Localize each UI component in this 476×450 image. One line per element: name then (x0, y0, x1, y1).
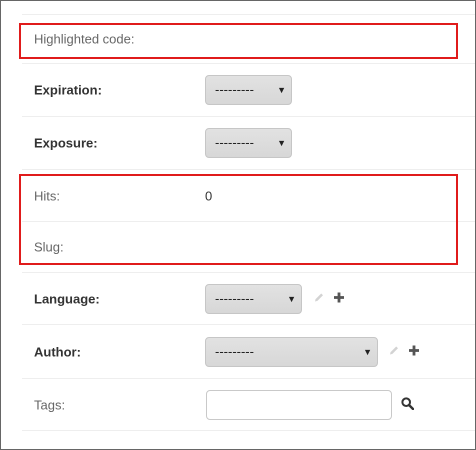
hits-row: Hits: 0 (22, 170, 475, 222)
dropdown-arrow-icon: ▼ (287, 293, 296, 304)
language-label: Language: (34, 291, 100, 306)
plus-icon[interactable] (408, 344, 420, 359)
plus-icon[interactable] (333, 291, 345, 306)
language-select[interactable]: --------- ▼ (205, 283, 302, 314)
language-row: Language: --------- ▼ (22, 273, 475, 325)
author-selected-value: --------- (215, 343, 254, 359)
highlighted-code-label: Highlighted code: (34, 31, 135, 47)
hits-value: 0 (205, 188, 213, 203)
slug-label: Slug: (34, 239, 64, 255)
exposure-select[interactable]: --------- ▼ (205, 128, 292, 158)
highlighted-code-row: Highlighted code: (22, 15, 475, 64)
magnifier-icon[interactable] (401, 396, 415, 413)
admin-form-panel: Highlighted code: Expiration: --------- … (0, 0, 476, 450)
pencil-icon[interactable] (313, 291, 325, 306)
author-row: Author: --------- ▼ (22, 325, 475, 379)
tags-input[interactable] (206, 389, 392, 420)
author-select[interactable]: --------- ▼ (205, 336, 378, 367)
exposure-selected-value: --------- (215, 135, 254, 150)
exposure-label: Exposure: (34, 135, 98, 151)
expiration-selected-value: --------- (215, 82, 254, 97)
exposure-row: Exposure: --------- ▼ (22, 117, 475, 170)
dropdown-arrow-icon: ▼ (277, 138, 286, 148)
hits-label: Hits: (34, 188, 60, 203)
tags-label: Tags: (34, 397, 66, 412)
author-label: Author: (34, 344, 81, 359)
slug-row: Slug: (22, 222, 475, 273)
expiration-select[interactable]: --------- ▼ (205, 75, 292, 105)
dropdown-arrow-icon: ▼ (363, 346, 372, 357)
tags-row: Tags: (22, 379, 475, 431)
pencil-icon[interactable] (388, 344, 400, 359)
expiration-row: Expiration: --------- ▼ (22, 64, 475, 117)
expiration-label: Expiration: (34, 82, 102, 98)
language-selected-value: --------- (215, 290, 254, 306)
dropdown-arrow-icon: ▼ (277, 85, 286, 95)
